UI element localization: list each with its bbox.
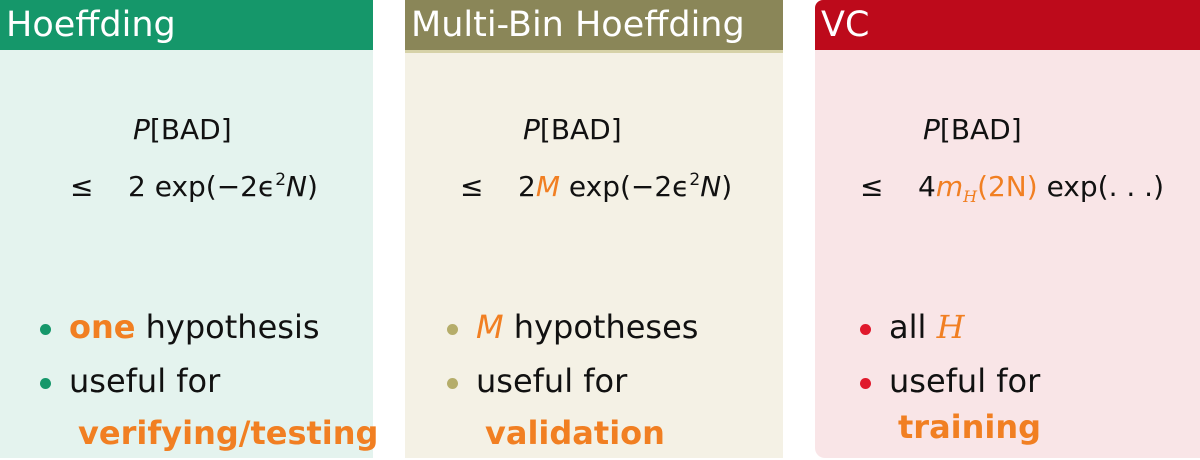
bullet-purpose: verifying/testing [78,414,379,452]
bullet-all-h: all H [860,300,964,354]
bound-expression: ≤4mH(2N) exp(. . .) [860,170,1164,206]
vc-title: VC [815,0,1200,50]
hoeffding-panel: Hoeffding P[BAD] ≤2 exp(−2ϵ2N) one hypot… [0,0,378,458]
multibin-title: Multi-Bin Hoeffding [405,0,783,50]
bullet-dot [860,323,871,335]
bound-expression: ≤2 exp(−2ϵ2N) [70,170,318,203]
multibin-panel: Multi-Bin Hoeffding P[BAD] ≤2M exp(−2ϵ2N… [405,0,783,458]
bullet-dot [447,323,458,335]
bullet-dot [860,377,871,389]
bullet-dot [40,323,51,335]
bullet-one-hypothesis: one hypothesis [40,300,320,354]
bullet-dot [447,377,458,389]
hoeffding-title: Hoeffding [0,0,373,50]
bullet-purpose: validation [485,414,665,452]
vc-panel: VC P[BAD] ≤4mH(2N) exp(. . .) all H usef… [815,0,1200,458]
bullet-purpose: training [898,408,1042,446]
prob-bad: P[BAD] [923,113,1022,146]
bullet-useful-for: useful for [40,354,220,408]
bullet-dot [40,377,51,389]
prob-bad: P[BAD] [523,113,622,146]
prob-bad: P[BAD] [133,113,232,146]
bullet-m-hypotheses: M hypotheses [447,300,698,354]
bullet-useful-for: useful for [447,354,627,408]
bound-expression: ≤2M exp(−2ϵ2N) [460,170,733,203]
